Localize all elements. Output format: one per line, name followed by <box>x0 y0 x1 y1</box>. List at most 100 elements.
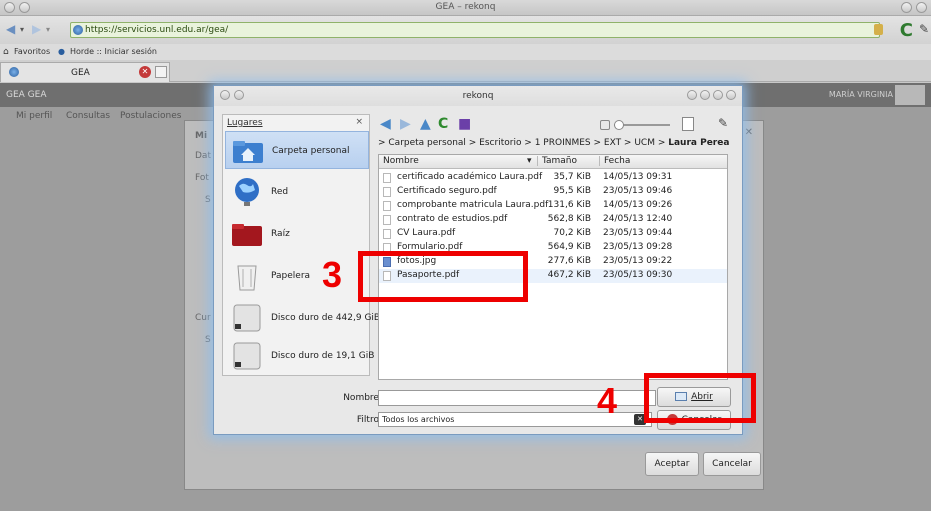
place-label: Red <box>271 187 289 197</box>
background-cancelar-button[interactable]: Cancelar <box>703 452 761 476</box>
file-date: 23/05/13 09:46 <box>603 186 673 196</box>
file-date: 24/05/13 12:40 <box>603 214 673 224</box>
menu-consultas[interactable]: Consultas <box>66 111 110 121</box>
minimize-icon[interactable] <box>901 2 912 13</box>
place-raiz[interactable]: Raíz <box>225 215 369 253</box>
up-folder-icon[interactable]: ▲ <box>420 116 431 132</box>
file-name: Certificado seguro.pdf <box>397 186 497 196</box>
lock-icon[interactable] <box>874 24 883 35</box>
bg-label-fot: Fot <box>195 173 209 183</box>
file-date: 23/05/13 09:28 <box>603 242 673 252</box>
breadcrumb-path[interactable]: > Carpeta personal > Escritorio > 1 PROI… <box>378 138 665 148</box>
url-bar[interactable]: https://servicios.unl.edu.ar/gea/ <box>70 22 880 38</box>
back-arrow-icon[interactable]: ◀ <box>6 22 15 36</box>
file-row[interactable]: comprobante matricula Laura.pdf 131,6 KiB… <box>379 199 727 213</box>
user-avatar <box>895 85 925 105</box>
forward-icon[interactable]: ▶ <box>400 116 411 132</box>
window-titlebar: GEA – rekonq <box>0 0 931 16</box>
dialog-left-buttons <box>220 90 244 100</box>
aceptar-button[interactable]: Aceptar <box>645 452 699 476</box>
forward-arrow-icon[interactable]: ▶ <box>32 22 41 36</box>
new-folder-icon[interactable]: ■ <box>458 116 471 132</box>
pdf-file-icon <box>383 201 391 211</box>
column-date[interactable]: Fecha <box>599 156 630 166</box>
forward-history-chevron-icon[interactable]: ▾ <box>46 25 50 34</box>
maximize-icon[interactable] <box>916 2 927 13</box>
favorites-home-icon: ⌂ <box>3 47 9 57</box>
home-folder-icon <box>233 141 263 163</box>
tab-gea[interactable]: GEA ✕ <box>0 62 170 82</box>
dialog-pin-icon[interactable] <box>234 90 244 100</box>
place-disco-19[interactable]: Disco duro de 19,1 GiB <box>225 337 374 375</box>
bg-label-cur: Cur <box>195 313 211 323</box>
file-date: 23/05/13 09:22 <box>603 256 673 266</box>
place-red[interactable]: Red <box>225 173 369 211</box>
file-size: 70,2 KiB <box>553 228 591 238</box>
places-close-icon[interactable]: × <box>355 117 363 127</box>
pdf-file-icon <box>383 187 391 197</box>
places-header: Lugares <box>227 118 263 128</box>
name-label: Nombre: <box>343 393 382 403</box>
place-carpeta-personal[interactable]: Carpeta personal <box>225 131 369 169</box>
place-papelera[interactable]: Papelera <box>225 257 369 295</box>
file-row[interactable]: contrato de estudios.pdf 562,8 KiB 24/05/1… <box>379 213 727 227</box>
bookmark-favoritos[interactable]: Favoritos <box>14 47 50 56</box>
file-row[interactable]: certificado académico Laura.pdf 35,7 KiB 1… <box>379 171 727 185</box>
reload-folder-icon[interactable]: C <box>438 116 448 132</box>
file-date: 14/05/13 09:26 <box>603 200 673 210</box>
tab-close-icon[interactable]: ✕ <box>139 66 151 78</box>
sort-chevron-icon[interactable]: ▾ <box>527 156 532 166</box>
dialog-minimize-icon[interactable] <box>700 90 710 100</box>
back-icon[interactable]: ◀ <box>380 116 391 132</box>
file-dialog-titlebar: rekonq <box>214 86 742 106</box>
zoom-slider-knob[interactable] <box>614 120 624 130</box>
bookmark-horde[interactable]: Horde :: Iniciar sesión <box>70 47 157 56</box>
pdf-file-icon <box>383 215 391 225</box>
zoom-slider[interactable] <box>600 117 700 131</box>
dialog-close-icon[interactable] <box>726 90 736 100</box>
new-tab-icon[interactable] <box>155 66 167 78</box>
file-name: contrato de estudios.pdf <box>397 214 508 224</box>
menu-mi-perfil[interactable]: Mi perfil <box>16 111 52 121</box>
file-list-header: Nombre ▾ Tamaño Fecha <box>379 155 727 169</box>
dialog-window-controls <box>687 90 736 100</box>
file-row[interactable]: CV Laura.pdf 70,2 KiB 23/05/13 09:44 <box>379 227 727 241</box>
file-row[interactable]: Certificado seguro.pdf 95,5 KiB 23/05/13 0… <box>379 185 727 199</box>
column-size[interactable]: Tamaño <box>537 156 577 166</box>
column-name[interactable]: Nombre <box>383 156 419 166</box>
file-name: certificado académico Laura.pdf <box>397 172 543 182</box>
file-date: 14/05/13 09:31 <box>603 172 673 182</box>
root-folder-icon <box>232 224 262 246</box>
file-size: 467,2 KiB <box>547 270 591 280</box>
zoom-out-icon[interactable] <box>600 120 610 130</box>
menu-postulaciones[interactable]: Postulaciones <box>120 111 181 121</box>
breadcrumb[interactable]: > Carpeta personal > Escritorio > 1 PROI… <box>378 138 738 152</box>
zoom-in-icon[interactable] <box>682 117 694 131</box>
dialog-menu-icon[interactable] <box>220 90 230 100</box>
bg-dialog-close-icon[interactable]: ✕ <box>745 127 753 138</box>
place-label: Papelera <box>271 271 311 281</box>
wrench-icon[interactable]: ✎ <box>919 22 929 36</box>
bg-label-s2: S <box>205 335 211 345</box>
navigation-toolbar: ◀ ▾ ▶ ▾ https://servicios.unl.edu.ar/gea… <box>0 16 931 44</box>
options-wrench-icon[interactable]: ✎ <box>718 116 728 130</box>
file-name: comprobante matricula Laura.pdf <box>397 200 549 210</box>
breadcrumb-current[interactable]: Laura Perea <box>668 138 729 148</box>
place-label: Disco duro de 442,9 GiB <box>271 313 381 323</box>
file-dialog-title: rekonq <box>462 91 494 101</box>
place-disco-442[interactable]: Disco duro de 442,9 GiB <box>225 299 380 337</box>
annotation-highlight-file <box>358 251 528 302</box>
user-name[interactable]: MARÍA VIRGINIA <box>829 90 893 99</box>
hard-drive-icon <box>233 342 261 370</box>
site-brand: GEA GEA <box>6 90 47 100</box>
file-size: 35,7 KiB <box>553 172 591 182</box>
back-history-chevron-icon[interactable]: ▾ <box>20 25 24 34</box>
file-date: 23/05/13 09:44 <box>603 228 673 238</box>
reload-icon[interactable]: C <box>900 20 913 41</box>
window-controls <box>901 2 927 13</box>
place-label: Raíz <box>271 229 290 239</box>
help-icon[interactable] <box>687 90 697 100</box>
filter-value: Todos los archivos <box>382 415 455 424</box>
file-size: 562,8 KiB <box>547 214 591 224</box>
dialog-maximize-icon[interactable] <box>713 90 723 100</box>
